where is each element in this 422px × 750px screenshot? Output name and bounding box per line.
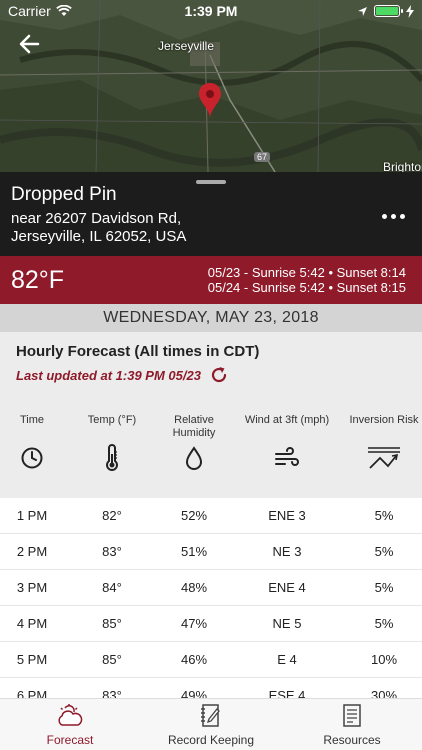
- battery-icon: [374, 5, 403, 17]
- cell-temp: 83°: [102, 688, 122, 698]
- cell-inversion: 5%: [374, 508, 394, 523]
- address-line-2: Jerseyville, IL 62052, USA: [11, 228, 187, 245]
- cell-time: 5 PM: [16, 652, 48, 667]
- cell-temp: 85°: [102, 652, 122, 667]
- document-icon: [343, 704, 361, 727]
- cell-wind: NE 3: [272, 544, 302, 559]
- droplet-icon: [185, 446, 203, 470]
- cell-temp: 85°: [102, 616, 122, 631]
- pin-title: Dropped Pin: [11, 184, 117, 205]
- status-bar: Carrier 1:39 PM: [0, 0, 422, 22]
- address-line-1: near 26207 Davidson Rd,: [11, 210, 182, 227]
- inversion-icon: [368, 447, 400, 469]
- col-head-temp: Temp (°F): [87, 414, 137, 426]
- tab-resources[interactable]: Resources: [282, 703, 422, 747]
- cell-humidity: 46%: [180, 652, 208, 667]
- thermometer-icon: [106, 444, 118, 471]
- col-head-inversion: Inversion Risk: [349, 414, 419, 426]
- current-conditions-band: 82°F 05/23 - Sunrise 5:42 • Sunset 8:14 …: [0, 256, 422, 304]
- cell-wind: ENE 3: [268, 508, 306, 523]
- cell-humidity: 49%: [180, 688, 208, 698]
- pin-info-panel: Dropped Pin near 26207 Davidson Rd, Jers…: [0, 172, 422, 256]
- cell-inversion: 30%: [370, 688, 398, 698]
- tab-record-keeping-label: Record Keeping: [167, 733, 255, 747]
- tab-forecast[interactable]: Forecast: [0, 703, 140, 747]
- current-temperature: 82°F: [11, 266, 65, 294]
- cell-time: 2 PM: [16, 544, 48, 559]
- date-header: WEDNESDAY, MAY 23, 2018: [0, 304, 422, 332]
- wind-icon: [275, 447, 299, 466]
- cell-inversion: 5%: [374, 616, 394, 631]
- forecast-header: Hourly Forecast (All times in CDT) Last …: [0, 332, 422, 498]
- cell-time: 1 PM: [16, 508, 48, 523]
- tab-record-keeping[interactable]: Record Keeping: [141, 703, 281, 747]
- cell-inversion: 10%: [370, 652, 398, 667]
- cell-time: 3 PM: [16, 580, 48, 595]
- map-view[interactable]: Carrier 1:39 PM Jerseyville 67 Brighton: [0, 0, 422, 172]
- cell-inversion: 5%: [374, 544, 394, 559]
- forecast-title: Hourly Forecast (All times in CDT): [16, 343, 260, 360]
- col-head-time: Time: [19, 414, 45, 426]
- cell-humidity: 48%: [180, 580, 208, 595]
- tab-resources-label: Resources: [323, 733, 381, 747]
- cell-humidity: 51%: [180, 544, 208, 559]
- cell-time: 6 PM: [16, 688, 48, 698]
- col-head-wind: Wind at 3ft (mph): [244, 414, 330, 426]
- route-shield-label: 67: [254, 152, 271, 162]
- tab-bar: Forecast Record Keeping Resources: [0, 698, 422, 750]
- cell-wind: NE 5: [272, 616, 302, 631]
- map-town-label: Jerseyville: [158, 39, 215, 53]
- last-updated-text: Last updated at 1:39 PM 05/23: [16, 367, 201, 383]
- map-pin-icon[interactable]: [198, 82, 222, 120]
- last-updated: Last updated at 1:39 PM 05/23: [16, 365, 229, 385]
- cell-humidity: 52%: [180, 508, 208, 523]
- back-arrow-icon[interactable]: [16, 30, 44, 58]
- cell-inversion: 5%: [374, 580, 394, 595]
- table-row: 4 PM 85° 47% NE 5 5%: [0, 606, 422, 642]
- cell-wind: ESE 4: [268, 688, 306, 698]
- notebook-icon: [201, 704, 220, 727]
- tab-forecast-label: Forecast: [46, 733, 94, 747]
- sun-times: 05/23 - Sunrise 5:42 • Sunset 8:14 05/24…: [208, 265, 406, 295]
- cell-humidity: 47%: [180, 616, 208, 631]
- cell-temp: 84°: [102, 580, 122, 595]
- table-row: 2 PM 83° 51% NE 3 5%: [0, 534, 422, 570]
- cell-wind: E 4: [277, 652, 297, 667]
- sun-times-tomorrow: 05/24 - Sunrise 5:42 • Sunset 8:15: [207, 280, 406, 295]
- cell-temp: 82°: [102, 508, 122, 523]
- refresh-icon[interactable]: [209, 365, 229, 385]
- cell-time: 4 PM: [16, 616, 48, 631]
- status-time: 1:39 PM: [184, 3, 238, 19]
- sun-times-today: 05/23 - Sunrise 5:42 • Sunset 8:14: [207, 265, 406, 280]
- table-row: 1 PM 82° 52% ENE 3 5%: [0, 498, 422, 534]
- cell-wind: ENE 4: [268, 580, 306, 595]
- cloud-sun-icon: [58, 704, 83, 726]
- clock-icon: [21, 447, 43, 469]
- pin-address: near 26207 Davidson Rd, Jerseyville, IL …: [11, 210, 186, 246]
- column-icons: [0, 444, 422, 478]
- more-options-icon[interactable]: [382, 210, 408, 222]
- drag-handle[interactable]: [196, 180, 226, 184]
- col-head-humidity: Relative Humidity: [172, 414, 216, 439]
- cell-temp: 83°: [102, 544, 122, 559]
- table-row: 3 PM 84° 48% ENE 4 5%: [0, 570, 422, 606]
- hourly-forecast-table: 1 PM 82° 52% ENE 3 5% 2 PM 83° 51% NE 3 5% 3 PM 84°…: [0, 498, 422, 698]
- table-row: 5 PM 85° 46% E 4 10%: [0, 642, 422, 678]
- map-edge-label: Brighton: [383, 160, 422, 172]
- table-row: 6 PM 83° 49% ESE 4 30%: [0, 678, 422, 698]
